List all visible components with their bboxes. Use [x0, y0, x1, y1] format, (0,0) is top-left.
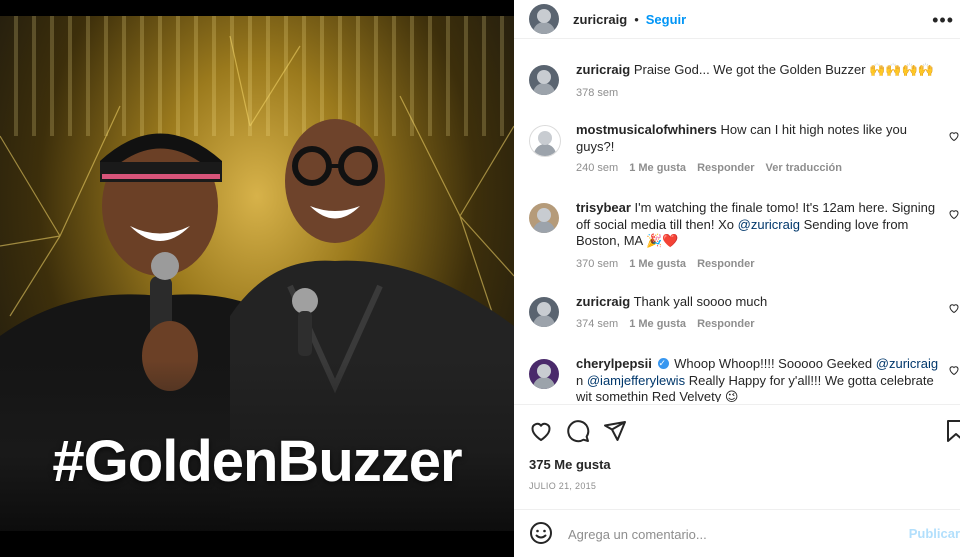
emoji-smile-icon[interactable]: [529, 521, 553, 545]
post-image[interactable]: #GoldenBuzzer: [0, 16, 514, 531]
heart-icon[interactable]: [948, 364, 960, 376]
comment-text-continued: n: [576, 372, 584, 388]
share-icon[interactable]: [603, 419, 627, 443]
heart-icon[interactable]: [948, 208, 960, 220]
avatar[interactable]: [529, 203, 559, 233]
reply-button[interactable]: Responder: [697, 160, 754, 177]
separator: •: [634, 11, 639, 27]
comment-time[interactable]: 240 sem: [576, 160, 618, 177]
author-username[interactable]: zuricraig: [573, 12, 627, 27]
comment-likes[interactable]: 1 Me gusta: [629, 316, 686, 333]
avatar[interactable]: [529, 65, 559, 95]
image-caption: #GoldenBuzzer: [52, 429, 462, 494]
avatar[interactable]: [529, 125, 561, 157]
reply-button[interactable]: Responder: [697, 316, 754, 333]
likes-count[interactable]: 375 Me gusta: [529, 457, 611, 472]
translate-button[interactable]: Ver traducción: [766, 160, 842, 177]
comment-username[interactable]: trisybear: [576, 200, 631, 215]
comment-time[interactable]: 378 sem: [576, 85, 618, 102]
mention-link-2[interactable]: @iamjefferylewis: [587, 373, 685, 388]
heart-icon[interactable]: [948, 302, 960, 314]
post-date[interactable]: JULIO 21, 2015: [529, 481, 596, 491]
save-bookmark-icon[interactable]: [944, 419, 960, 443]
mention-link[interactable]: @zuricraig: [738, 217, 800, 232]
more-options-icon[interactable]: •••: [932, 10, 954, 31]
post-panel: zuricraig • Seguir ••• zuricraig Praise …: [514, 0, 960, 557]
comment-text: Whoop Whoop!!!! Sooooo Geeked: [674, 356, 873, 371]
comment-emoji: 😉: [724, 390, 739, 402]
heart-icon[interactable]: [948, 130, 960, 142]
author-avatar[interactable]: [529, 4, 559, 34]
comment-text: Praise God... We got the Golden Buzzer: [633, 62, 866, 77]
comment-likes[interactable]: 1 Me gusta: [629, 160, 686, 177]
post-header: zuricraig • Seguir •••: [514, 0, 960, 39]
post-actions: [514, 404, 960, 453]
comment-username[interactable]: zuricraig: [576, 62, 630, 77]
comment-time[interactable]: 374 sem: [576, 316, 618, 333]
mention-link[interactable]: @zuricraig: [876, 356, 938, 371]
verified-badge-icon: [657, 356, 669, 373]
reply-button[interactable]: Responder: [697, 256, 754, 273]
comment-input[interactable]: [566, 523, 890, 545]
comment-time[interactable]: 370 sem: [576, 256, 618, 273]
comment-username[interactable]: mostmusicalofwhiners: [576, 122, 717, 137]
follow-button[interactable]: Seguir: [646, 12, 686, 27]
comment-likes[interactable]: 1 Me gusta: [629, 256, 686, 273]
avatar[interactable]: [529, 297, 559, 327]
avatar[interactable]: [529, 359, 559, 389]
post-media[interactable]: #GoldenBuzzer: [0, 0, 514, 557]
publish-button[interactable]: Publicar: [909, 526, 960, 541]
like-heart-icon[interactable]: [529, 419, 553, 443]
comment-username[interactable]: cherylpepsii: [576, 356, 652, 371]
comments-list[interactable]: zuricraig Praise God... We got the Golde…: [514, 46, 960, 402]
comment-emoji: 🎉❤️: [646, 234, 679, 249]
comment-icon[interactable]: [566, 419, 590, 443]
comment-username[interactable]: zuricraig: [576, 294, 630, 309]
comment-text: Thank yall soooo much: [633, 294, 768, 309]
add-comment-bar: Publicar: [514, 509, 960, 558]
comment-emoji: 🙌🙌🙌🙌: [869, 63, 934, 78]
